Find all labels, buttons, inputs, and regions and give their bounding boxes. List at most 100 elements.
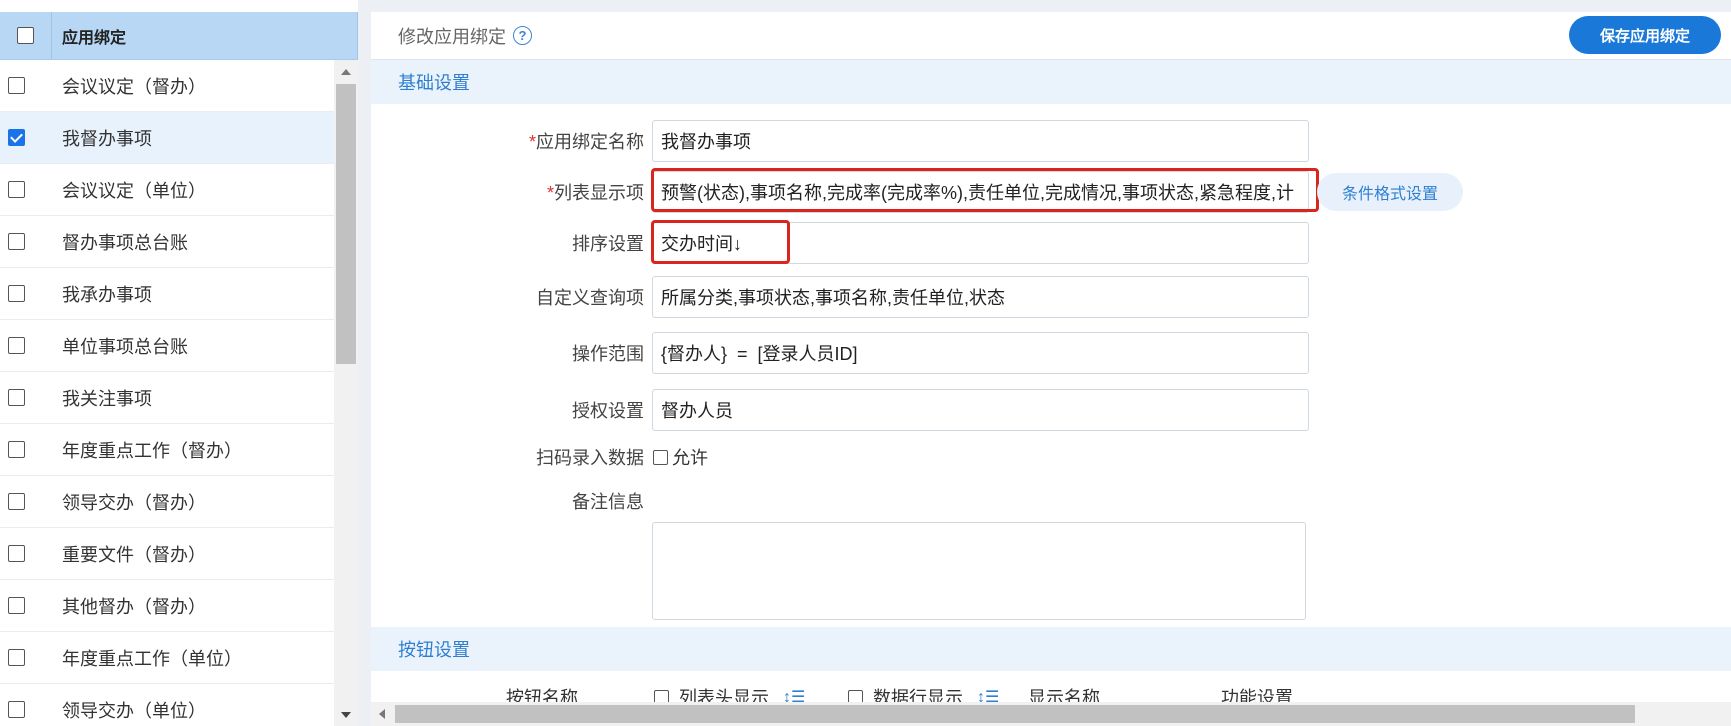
list-item[interactable]: 会议议定（督办） [0, 60, 334, 112]
edit-binding-panel: 修改应用绑定 ? 保存应用绑定 基础设置 *应用绑定名称 我督办事项 *列表显示… [371, 12, 1731, 726]
sort-list-icon[interactable]: ↕☰ [977, 687, 999, 702]
basic-settings-form: *应用绑定名称 我督办事项 *列表显示项 预警(状态),事项名称,完成率(完成率… [371, 104, 1731, 624]
button-table-header: 按钮名称 列表头显示 ↕☰ 数据行显示 ↕☰ 显示名称 功能设置 [371, 684, 1731, 702]
columns-label: *列表显示项 [547, 179, 644, 205]
list-item-checkbox-cell [0, 233, 32, 250]
vertical-scrollbar[interactable] [334, 60, 358, 726]
scope-label-cell: 操作范围 [371, 332, 644, 374]
list-item[interactable]: 其他督办（督办） [0, 580, 334, 632]
list-item-checkbox[interactable] [7, 649, 25, 666]
scan-allow-label: 允许 [672, 448, 708, 468]
auth-label-cell: 授权设置 [371, 389, 644, 431]
sort-label-cell: 排序设置 [371, 222, 644, 264]
list-item-checkbox[interactable] [7, 77, 25, 94]
row-display-label: 数据行显示 [873, 688, 963, 702]
list-header-title[interactable]: 应用绑定 [52, 12, 358, 59]
list-item[interactable]: 我关注事项 [0, 372, 334, 424]
list-item-checkbox-cell [0, 493, 32, 510]
header-display-checkbox[interactable] [654, 689, 669, 702]
list-item[interactable]: 会议议定（单位） [0, 164, 334, 216]
help-icon[interactable]: ? [513, 26, 532, 45]
scroll-left-icon[interactable] [379, 709, 385, 719]
col-function: 功能设置 [1221, 688, 1293, 702]
list-item-label: 领导交办（督办） [62, 492, 206, 513]
list-item-checkbox[interactable] [7, 181, 25, 198]
scan-allow-checkbox[interactable] [653, 449, 668, 465]
list-item-checkbox[interactable] [7, 389, 25, 406]
auth-input[interactable]: 督办人员 [652, 389, 1309, 431]
list-item[interactable]: 督办事项总台账 [0, 216, 334, 268]
list-item-label: 我督办事项 [62, 128, 152, 149]
list-item-checkbox[interactable] [7, 337, 25, 354]
list-item-label: 会议议定（督办） [62, 76, 206, 97]
header-display-label: 列表头显示 [679, 688, 769, 702]
list-item-checkbox-cell [0, 545, 32, 562]
list-item-checkbox-cell [0, 389, 32, 406]
scrollbar-thumb[interactable] [336, 84, 356, 364]
list-item-checkbox-cell [0, 77, 32, 94]
scan-allow-option[interactable]: 允许 [653, 442, 708, 472]
list-item-checkbox-cell [0, 441, 32, 458]
sort-list-icon[interactable]: ↕☰ [783, 687, 805, 702]
list-item-checkbox[interactable] [7, 441, 25, 458]
col-header-display: 列表头显示 ↕☰ [654, 684, 805, 702]
list-item-label: 年度重点工作（单位） [62, 648, 242, 669]
remark-textarea[interactable] [652, 522, 1306, 620]
col-row-display: 数据行显示 ↕☰ [848, 684, 999, 702]
list-item-checkbox-cell [0, 337, 32, 354]
name-label-text: 应用绑定名称 [536, 132, 644, 152]
row-display-checkbox[interactable] [848, 689, 863, 702]
list-item-checkbox-cell [0, 285, 32, 302]
list-item-label: 会议议定（单位） [62, 180, 206, 201]
list-item-checkbox[interactable] [7, 233, 25, 250]
list-item-label: 年度重点工作（督办） [62, 440, 242, 461]
list-item-checkbox[interactable] [7, 701, 25, 718]
app-binding-list: 会议议定（督办） 我督办事项会议议定（单位） 督办事项总台账 我承办事项单位事项总台账… [0, 60, 334, 726]
list-item-checkbox[interactable] [7, 493, 25, 510]
save-binding-button[interactable]: 保存应用绑定 [1569, 16, 1721, 54]
name-input[interactable]: 我督办事项 [652, 120, 1309, 162]
list-item-label: 我关注事项 [62, 388, 152, 409]
list-item-checkbox-cell [0, 129, 32, 146]
select-all-checkbox[interactable] [17, 27, 34, 44]
list-item-checkbox[interactable] [7, 285, 25, 302]
sort-input[interactable]: 交办时间↓ [652, 222, 1309, 264]
horizontal-scrollbar-thumb[interactable] [395, 705, 1635, 723]
list-item[interactable]: 领导交办（单位） [0, 684, 334, 726]
columns-label-text: 列表显示项 [554, 183, 644, 203]
columns-input[interactable]: 预警(状态),事项名称,完成率(完成率%),责任单位,完成情况,事项状态,紧急程… [652, 171, 1309, 213]
list-item-checkbox-cell [0, 181, 32, 198]
scope-input[interactable]: {督办人} = [登录人员ID] [652, 332, 1309, 374]
list-item-checkbox[interactable] [7, 597, 25, 614]
list-item-label: 单位事项总台账 [62, 336, 188, 357]
app-binding-list-panel: 应用绑定 会议议定（督办） 我督办事项会议议定（单位） 督办事项总台账 我承办事项单位… [0, 0, 358, 726]
top-bar: 修改应用绑定 ? 保存应用绑定 [371, 12, 1731, 60]
list-header: 应用绑定 [0, 12, 358, 60]
name-label: *应用绑定名称 [529, 128, 644, 154]
list-item[interactable]: 年度重点工作（单位） [0, 632, 334, 684]
list-item[interactable]: 我督办事项 [0, 112, 334, 164]
list-item[interactable]: 重要文件（督办） [0, 528, 334, 580]
query-label: 自定义查询项 [536, 288, 644, 308]
query-input[interactable]: 所属分类,事项状态,事项名称,责任单位,状态 [652, 276, 1309, 318]
scroll-down-icon[interactable] [341, 712, 351, 718]
sort-label: 排序设置 [572, 234, 644, 254]
list-item-checkbox[interactable] [7, 545, 25, 562]
list-item[interactable]: 领导交办（督办） [0, 476, 334, 528]
list-item-checkbox-cell [0, 597, 32, 614]
list-item-label: 其他督办（督办） [62, 596, 206, 617]
list-item-checkbox[interactable] [7, 129, 25, 146]
scope-label: 操作范围 [572, 344, 644, 364]
col-display-name: 显示名称 [1028, 688, 1100, 702]
col-button-name: 按钮名称 [506, 688, 578, 702]
list-item[interactable]: 我承办事项 [0, 268, 334, 320]
condition-format-button[interactable]: 条件格式设置 [1317, 173, 1463, 211]
query-label-cell: 自定义查询项 [371, 276, 644, 318]
horizontal-scrollbar[interactable] [371, 702, 1731, 726]
required-mark: * [546, 183, 554, 203]
list-item[interactable]: 单位事项总台账 [0, 320, 334, 372]
page-title: 修改应用绑定 [398, 26, 506, 47]
scroll-up-icon[interactable] [341, 69, 351, 75]
select-all-cell [0, 12, 52, 59]
list-item[interactable]: 年度重点工作（督办） [0, 424, 334, 476]
